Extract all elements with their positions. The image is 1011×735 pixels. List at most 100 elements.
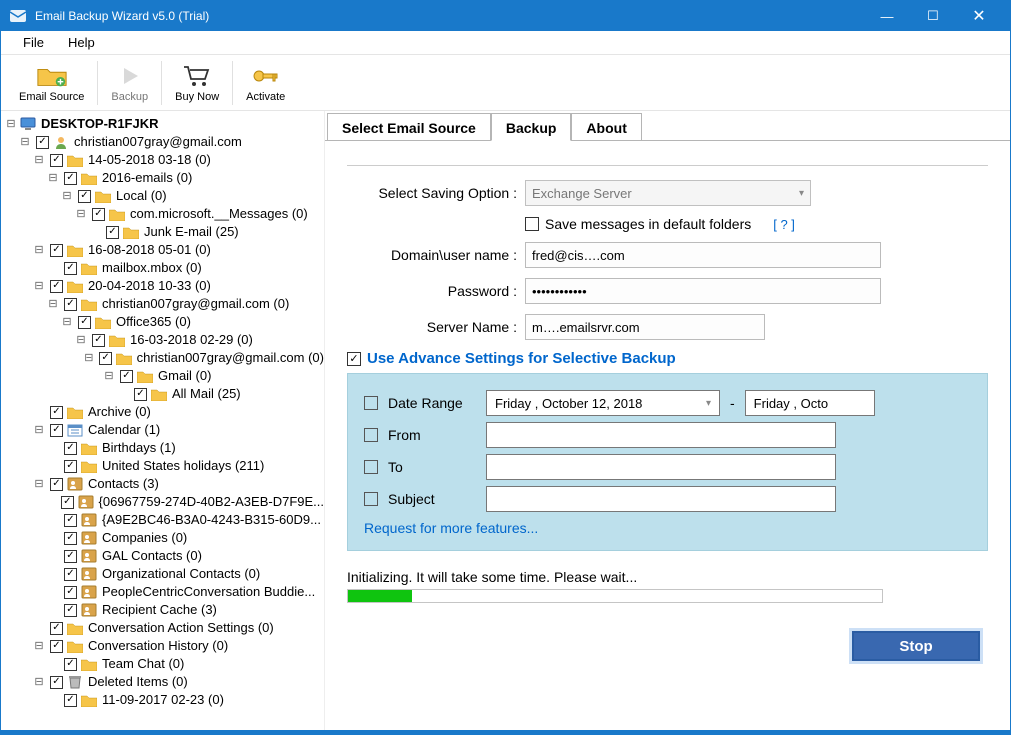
tab-backup[interactable]: Backup [491, 113, 572, 141]
tree-checkbox[interactable]: ✓ [64, 604, 77, 617]
domain-input[interactable] [525, 242, 881, 268]
folder-tree[interactable]: ⊟DESKTOP-R1FJKR⊟✓christian007gray@gmail.… [1, 111, 325, 731]
tree-checkbox[interactable]: ✓ [50, 424, 63, 437]
to-input[interactable] [486, 454, 836, 480]
minimize-button[interactable]: — [864, 1, 910, 31]
collapse-icon[interactable]: ⊟ [33, 280, 45, 292]
server-input[interactable] [525, 314, 765, 340]
tree-item[interactable]: ⊟✓Local (0) [5, 187, 324, 205]
tree-checkbox[interactable]: ✓ [64, 550, 77, 563]
tree-checkbox[interactable]: ✓ [78, 190, 91, 203]
tree-item[interactable]: ⊟✓20-04-2018 10-33 (0) [5, 277, 324, 295]
tree-checkbox[interactable]: ✓ [134, 388, 147, 401]
email-source-button[interactable]: Email Source [9, 61, 94, 105]
tree-item[interactable]: ✓Conversation Action Settings (0) [5, 619, 324, 637]
collapse-icon[interactable]: ⊟ [5, 118, 17, 130]
collapse-icon[interactable]: ⊟ [33, 424, 45, 436]
tree-item[interactable]: ⊟✓Deleted Items (0) [5, 673, 324, 691]
tree-checkbox[interactable]: ✓ [50, 280, 63, 293]
tree-item[interactable]: ⊟✓Office365 (0) [5, 313, 324, 331]
tree-item[interactable]: ✓11-09-2017 02-23 (0) [5, 691, 324, 709]
collapse-icon[interactable]: ⊟ [33, 640, 45, 652]
tree-checkbox[interactable]: ✓ [64, 460, 77, 473]
stop-button[interactable]: Stop [852, 631, 980, 661]
tree-checkbox[interactable]: ✓ [106, 226, 119, 239]
tab-select-source[interactable]: Select Email Source [327, 113, 491, 141]
tree-checkbox[interactable]: ✓ [120, 370, 133, 383]
collapse-icon[interactable]: ⊟ [33, 244, 45, 256]
tree-checkbox[interactable]: ✓ [64, 442, 77, 455]
tree-item[interactable]: ✓{06967759-274D-40B2-A3EB-D7F9E... [5, 493, 324, 511]
request-features-link[interactable]: Request for more features... [364, 520, 971, 536]
maximize-button[interactable]: ☐ [910, 1, 956, 31]
tree-item[interactable]: ⊟✓Gmail (0) [5, 367, 324, 385]
tree-item[interactable]: ✓Companies (0) [5, 529, 324, 547]
subject-input[interactable] [486, 486, 836, 512]
collapse-icon[interactable]: ⊟ [33, 676, 45, 688]
tree-checkbox[interactable]: ✓ [78, 316, 91, 329]
tree-item[interactable]: ⊟✓christian007gray@gmail.com (0) [5, 295, 324, 313]
tree-item[interactable]: ✓United States holidays (211) [5, 457, 324, 475]
advance-settings-checkbox[interactable] [347, 352, 361, 366]
tree-checkbox[interactable]: ✓ [50, 154, 63, 167]
collapse-icon[interactable]: ⊟ [61, 190, 73, 202]
tree-item[interactable]: ⊟✓14-05-2018 03-18 (0) [5, 151, 324, 169]
tree-item[interactable]: ✓Birthdays (1) [5, 439, 324, 457]
activate-button[interactable]: Activate [236, 61, 295, 105]
collapse-icon[interactable]: ⊟ [83, 352, 94, 364]
collapse-icon[interactable]: ⊟ [19, 136, 31, 148]
tree-checkbox[interactable]: ✓ [64, 172, 77, 185]
tree-item[interactable]: ✓Organizational Contacts (0) [5, 565, 324, 583]
tree-checkbox[interactable]: ✓ [64, 262, 77, 275]
tree-item[interactable]: ⊟DESKTOP-R1FJKR [5, 115, 324, 133]
tree-checkbox[interactable]: ✓ [50, 478, 63, 491]
tree-checkbox[interactable]: ✓ [64, 694, 77, 707]
tree-item[interactable]: ✓Junk E-mail (25) [5, 223, 324, 241]
buy-now-button[interactable]: Buy Now [165, 61, 229, 105]
menu-file[interactable]: File [11, 35, 56, 50]
tree-item[interactable]: ✓mailbox.mbox (0) [5, 259, 324, 277]
close-button[interactable]: ✕ [956, 1, 1002, 31]
tree-item[interactable]: ⊟✓Calendar (1) [5, 421, 324, 439]
from-input[interactable] [486, 422, 836, 448]
help-link[interactable]: [ ? ] [773, 217, 795, 232]
tree-checkbox[interactable]: ✓ [50, 640, 63, 653]
tree-checkbox[interactable]: ✓ [50, 676, 63, 689]
save-default-checkbox[interactable] [525, 217, 539, 231]
tree-item[interactable]: ⊟✓christian007gray@gmail.com (0) [5, 349, 324, 367]
saving-option-dropdown[interactable]: Exchange Server ▾ [525, 180, 811, 206]
backup-button[interactable]: Backup [101, 61, 158, 105]
tree-item[interactable]: ✓All Mail (25) [5, 385, 324, 403]
tree-item[interactable]: ⊟✓Conversation History (0) [5, 637, 324, 655]
tree-checkbox[interactable]: ✓ [64, 514, 77, 527]
collapse-icon[interactable]: ⊟ [47, 298, 59, 310]
tree-checkbox[interactable]: ✓ [64, 532, 77, 545]
tree-item[interactable]: ⊟✓16-08-2018 05-01 (0) [5, 241, 324, 259]
collapse-icon[interactable]: ⊟ [75, 334, 87, 346]
subject-checkbox[interactable] [364, 492, 378, 506]
collapse-icon[interactable]: ⊟ [75, 208, 87, 220]
tree-item[interactable]: ⊟✓christian007gray@gmail.com [5, 133, 324, 151]
collapse-icon[interactable]: ⊟ [33, 478, 45, 490]
password-input[interactable] [525, 278, 881, 304]
collapse-icon[interactable]: ⊟ [33, 154, 45, 166]
tree-checkbox[interactable]: ✓ [92, 334, 105, 347]
tree-checkbox[interactable]: ✓ [50, 406, 63, 419]
tree-checkbox[interactable]: ✓ [64, 568, 77, 581]
to-checkbox[interactable] [364, 460, 378, 474]
tree-item[interactable]: ✓Recipient Cache (3) [5, 601, 324, 619]
tree-checkbox[interactable]: ✓ [64, 298, 77, 311]
tree-item[interactable]: ✓GAL Contacts (0) [5, 547, 324, 565]
tree-item[interactable]: ✓PeopleCentricConversation Buddie... [5, 583, 324, 601]
date-to-input[interactable]: Friday , Octo [745, 390, 875, 416]
tree-item[interactable]: ✓{A9E2BC46-B3A0-4243-B315-60D9... [5, 511, 324, 529]
tree-item[interactable]: ⊟✓com.microsoft.__Messages (0) [5, 205, 324, 223]
tree-checkbox[interactable]: ✓ [99, 352, 111, 365]
menu-help[interactable]: Help [56, 35, 107, 50]
daterange-checkbox[interactable] [364, 396, 378, 410]
tree-checkbox[interactable]: ✓ [64, 658, 77, 671]
from-checkbox[interactable] [364, 428, 378, 442]
tree-checkbox[interactable]: ✓ [36, 136, 49, 149]
tree-checkbox[interactable]: ✓ [64, 586, 77, 599]
tree-item[interactable]: ✓Team Chat (0) [5, 655, 324, 673]
